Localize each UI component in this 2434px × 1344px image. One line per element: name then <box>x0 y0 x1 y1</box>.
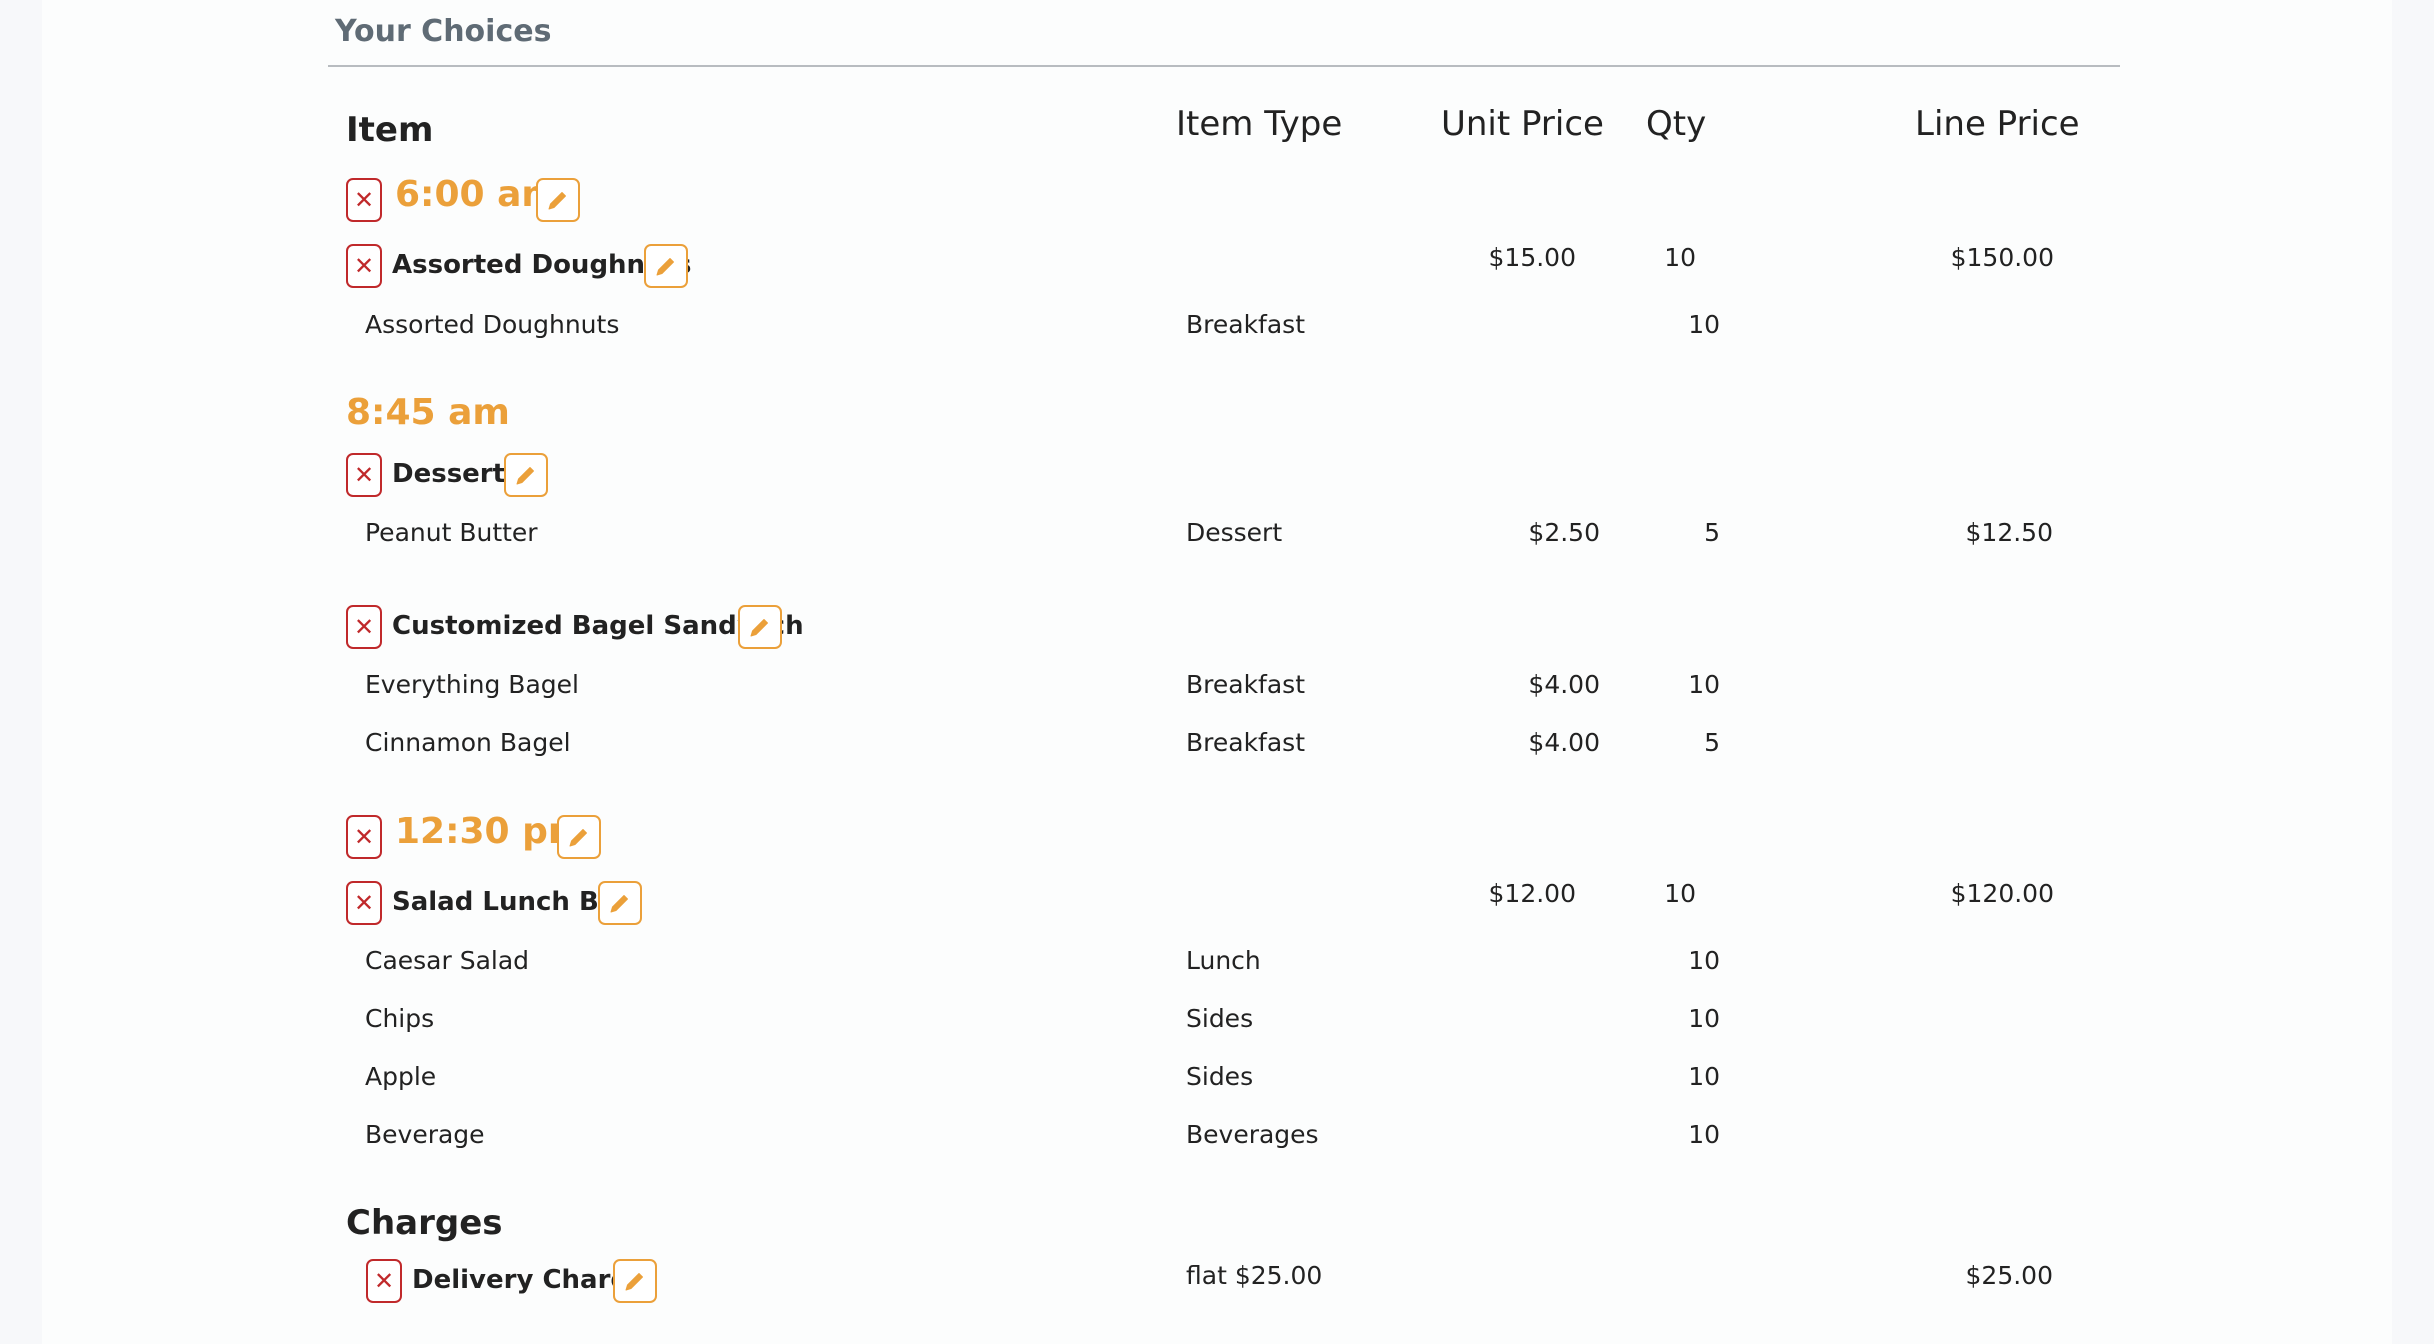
pencil-icon <box>569 829 587 847</box>
item-line-price: $12.50 <box>1965 518 2053 547</box>
column-header-unit-price: Unit Price <box>1441 104 1604 144</box>
close-icon: ✕ <box>353 186 375 214</box>
close-icon: ✕ <box>353 461 375 489</box>
charges-heading: Charges <box>346 1203 503 1243</box>
item-unit-price: $2.50 <box>1528 518 1600 547</box>
edit-time-slot-button[interactable] <box>536 178 580 222</box>
pencil-icon <box>656 258 674 276</box>
edit-charge-button[interactable] <box>613 1259 657 1303</box>
item-qty: 10 <box>1688 670 1720 699</box>
package-qty: 10 <box>1664 879 1696 908</box>
remove-time-slot-button[interactable]: ✕ <box>346 178 382 222</box>
column-header-qty: Qty <box>1646 104 1707 144</box>
remove-package-button[interactable]: ✕ <box>346 453 382 497</box>
column-header-line-price: Line Price <box>1915 104 2080 144</box>
package-unit-price: $12.00 <box>1488 879 1576 908</box>
item-name: Everything Bagel <box>365 670 579 699</box>
item-unit-price: $4.00 <box>1528 670 1600 699</box>
item-type: Breakfast <box>1186 310 1306 339</box>
edit-package-button[interactable] <box>598 881 642 925</box>
item-name: Peanut Butter <box>365 518 538 547</box>
edit-package-button[interactable] <box>738 605 782 649</box>
section-title: Your Choices <box>335 14 552 49</box>
time-slot-label: 8:45 am <box>346 392 510 433</box>
item-qty: 5 <box>1704 728 1720 757</box>
charge-line-price: $25.00 <box>1965 1261 2053 1290</box>
pencil-icon <box>516 467 534 485</box>
column-header-item-type: Item Type <box>1176 104 1343 144</box>
close-icon: ✕ <box>353 252 375 280</box>
close-icon: ✕ <box>353 823 375 851</box>
time-slot-label: 6:00 am <box>395 174 559 215</box>
item-type: Breakfast <box>1186 670 1306 699</box>
item-name: Cinnamon Bagel <box>365 728 571 757</box>
item-type: Beverages <box>1186 1120 1319 1149</box>
edit-package-button[interactable] <box>504 453 548 497</box>
package-line-price: $120.00 <box>1950 879 2054 908</box>
package-line-price: $150.00 <box>1950 243 2054 272</box>
item-name: Chips <box>365 1004 435 1033</box>
item-qty: 10 <box>1688 310 1720 339</box>
package-name: Desserts <box>392 459 521 489</box>
item-qty: 10 <box>1688 1062 1720 1091</box>
charge-rate: flat $25.00 <box>1186 1261 1323 1290</box>
section-divider <box>328 65 2120 67</box>
remove-time-slot-button[interactable]: ✕ <box>346 815 382 859</box>
item-type: Lunch <box>1186 946 1261 975</box>
item-name: Apple <box>365 1062 437 1091</box>
remove-package-button[interactable]: ✕ <box>346 605 382 649</box>
item-name: Caesar Salad <box>365 946 530 975</box>
item-type: Breakfast <box>1186 728 1306 757</box>
pencil-icon <box>625 1273 643 1291</box>
item-qty: 5 <box>1704 518 1720 547</box>
pencil-icon <box>548 192 566 210</box>
item-type: Dessert <box>1186 518 1283 547</box>
item-name: Beverage <box>365 1120 485 1149</box>
item-name: Assorted Doughnuts <box>365 310 620 339</box>
close-icon: ✕ <box>373 1267 395 1295</box>
edit-time-slot-button[interactable] <box>557 815 601 859</box>
remove-package-button[interactable]: ✕ <box>346 244 382 288</box>
column-header-item: Item <box>346 110 434 150</box>
edit-package-button[interactable] <box>644 244 688 288</box>
item-unit-price: $4.00 <box>1528 728 1600 757</box>
package-unit-price: $15.00 <box>1488 243 1576 272</box>
remove-charge-button[interactable]: ✕ <box>366 1259 402 1303</box>
remove-package-button[interactable]: ✕ <box>346 881 382 925</box>
close-icon: ✕ <box>353 613 375 641</box>
item-qty: 10 <box>1688 1120 1720 1149</box>
pencil-icon <box>750 619 768 637</box>
charge-name: Delivery Charge <box>412 1265 647 1295</box>
item-type: Sides <box>1186 1004 1254 1033</box>
item-type: Sides <box>1186 1062 1254 1091</box>
item-qty: 10 <box>1688 946 1720 975</box>
close-icon: ✕ <box>353 889 375 917</box>
package-qty: 10 <box>1664 243 1696 272</box>
pencil-icon <box>610 895 628 913</box>
item-qty: 10 <box>1688 1004 1720 1033</box>
